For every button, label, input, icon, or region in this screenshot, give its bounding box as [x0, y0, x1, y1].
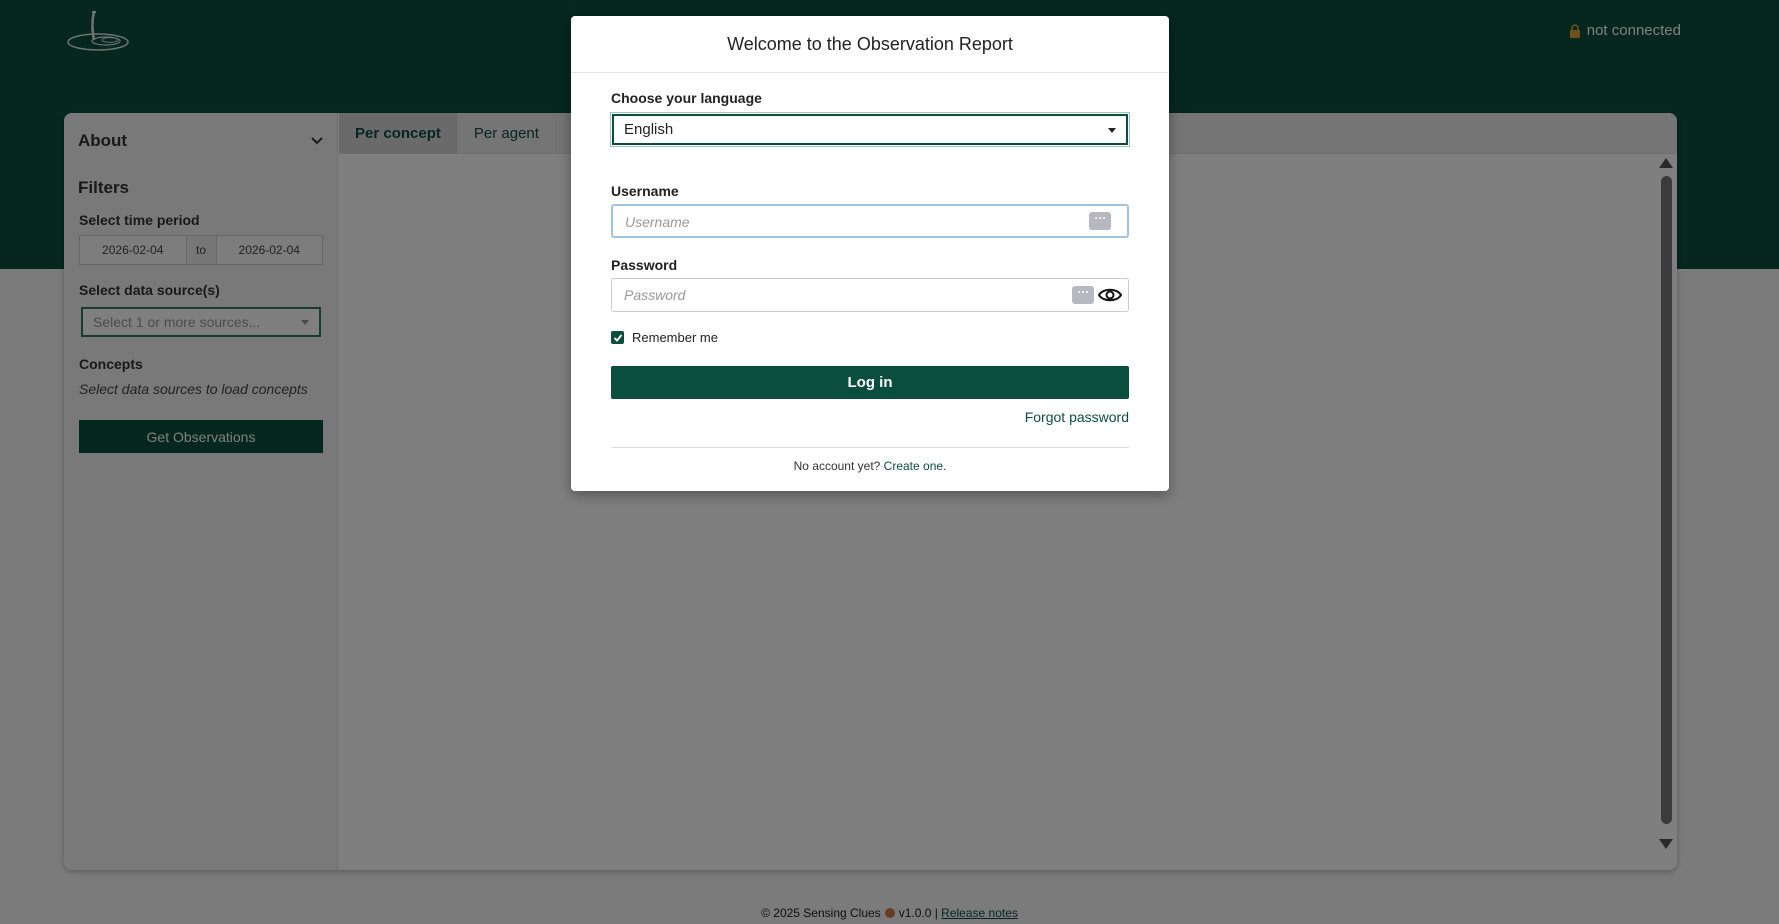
login-modal: Welcome to the Observation Report Choose…	[571, 16, 1169, 491]
forgot-password-link[interactable]: Forgot password	[1025, 409, 1129, 425]
divider	[611, 447, 1129, 448]
no-account-text: No account yet?	[793, 459, 881, 473]
no-account-row: No account yet? Create one.	[571, 459, 1169, 473]
keypad-icon[interactable]: ···	[1089, 212, 1111, 230]
keypad-icon[interactable]: ···	[1072, 286, 1094, 304]
username-input[interactable]: Username ···	[611, 204, 1129, 238]
language-label: Choose your language	[611, 90, 762, 106]
password-label: Password	[611, 257, 678, 273]
caret-down-icon	[1108, 128, 1116, 133]
create-suffix: .	[943, 459, 947, 473]
username-placeholder: Username	[625, 214, 690, 230]
login-button[interactable]: Log in	[611, 366, 1129, 399]
check-icon	[613, 333, 622, 342]
modal-title: Welcome to the Observation Report	[571, 16, 1169, 73]
password-input[interactable]: Password ···	[611, 278, 1129, 312]
remember-label[interactable]: Remember me	[632, 330, 718, 345]
remember-checkbox[interactable]	[611, 331, 624, 344]
username-label: Username	[611, 183, 679, 199]
language-value: English	[624, 121, 674, 138]
password-placeholder: Password	[624, 287, 686, 303]
create-account-link[interactable]: Create one	[884, 459, 943, 473]
eye-icon[interactable]	[1098, 286, 1122, 304]
remember-me: Remember me	[611, 330, 718, 345]
language-select[interactable]: English	[610, 112, 1130, 147]
